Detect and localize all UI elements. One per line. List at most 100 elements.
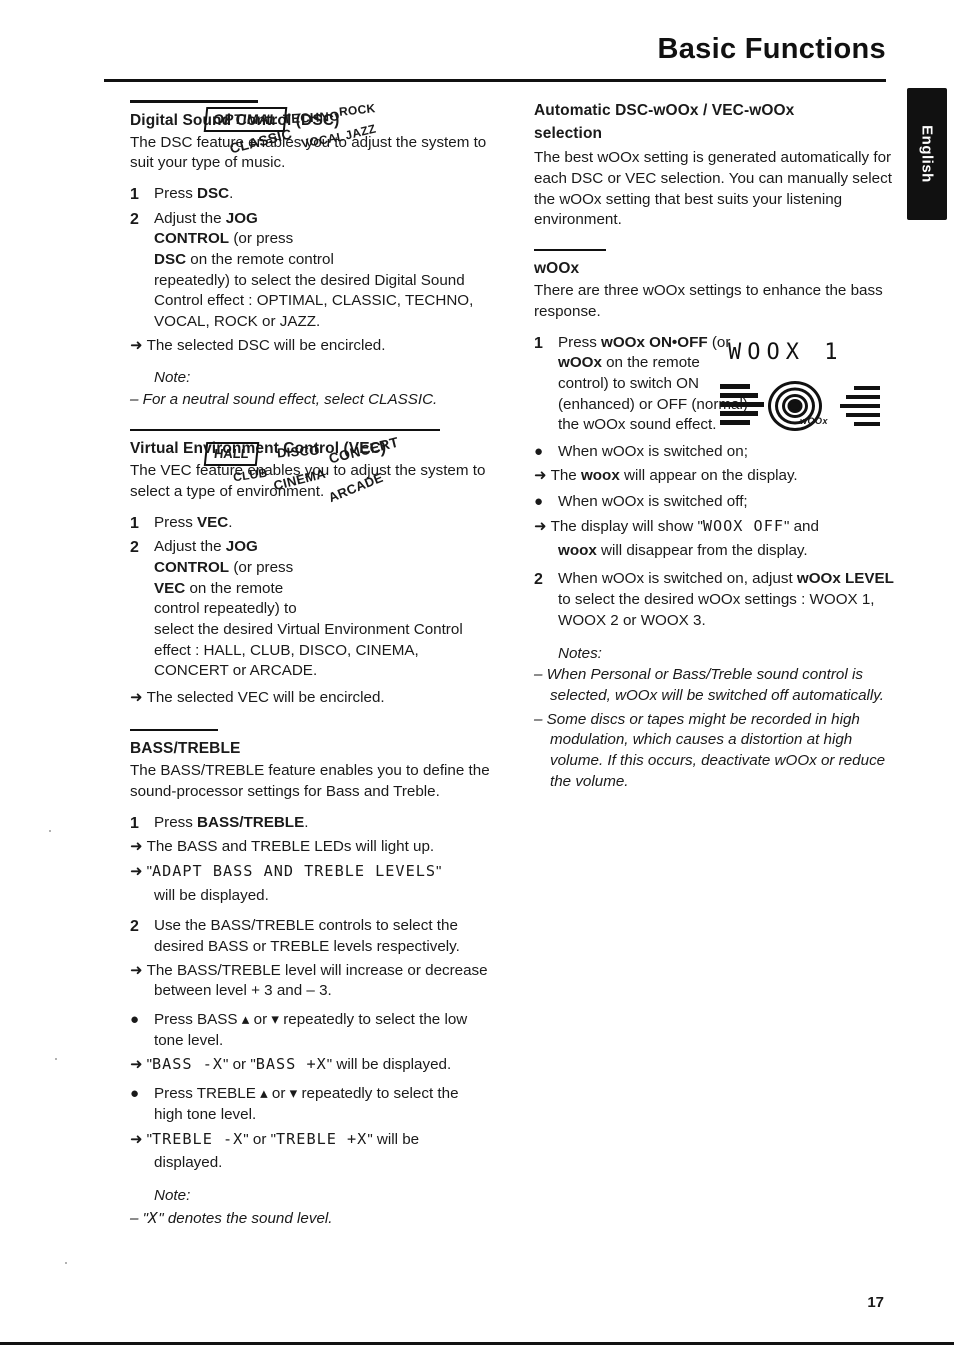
- footer-divider: [0, 1342, 954, 1345]
- woox-bullet2-result: ➜ The display will show "WOOX OFF" and: [534, 517, 819, 536]
- page-number: 17: [867, 1294, 884, 1311]
- arrow-icon: ➜: [534, 518, 547, 536]
- woox-level-bars: [720, 384, 766, 428]
- bt-bullet2-result: ➜ "TREBLE -X" or "TREBLE +X" will be: [130, 1129, 420, 1148]
- woox-note-1: – When Personal or Bass/Treble sound con…: [534, 666, 884, 704]
- manual-page: Basic Functions English Digital Sound Co…: [0, 0, 954, 1353]
- dsc-step2-line-5: Control effect : OPTIMAL, CLASSIC, TECHN…: [154, 292, 474, 310]
- woox-display-panel: wOOx: [720, 380, 880, 432]
- bt-bullet-2: ● Press TREBLE ▴ or ▾ repeatedly to sele…: [130, 1084, 490, 1125]
- bt-lcd-bass-plus: BASS +X: [255, 1055, 327, 1074]
- bt-note-heading: Note:: [154, 1186, 191, 1204]
- dsc-effects-artwork: OPTIMAL TECHNO ROCK VOCAL JAZZ CLASSIC: [203, 101, 377, 165]
- woox-note-2: – Some discs or tapes might be recorded …: [534, 710, 886, 790]
- step-number: 1: [130, 185, 139, 203]
- dsc-step2-line-1: Adjust the JOG: [154, 209, 258, 227]
- bt-lcd-treble-minus: TREBLE -X: [151, 1129, 244, 1148]
- vec-artwork-hall: HALL: [203, 442, 259, 466]
- section-woox: wOOx There are three wOOx settings to en…: [534, 248, 894, 792]
- bullet-text: When wOOx is switched on;: [558, 443, 748, 461]
- dsc-artwork-vocal: VOCAL: [300, 129, 346, 151]
- arrow-icon: ➜: [130, 863, 143, 881]
- auto-dsc-heading-line1: Automatic DSC-wOOx / VEC-wOOx: [534, 102, 795, 119]
- dsc-button-name: DSC: [197, 184, 230, 202]
- bullet-text: Press BASS ▴ or ▾ repeatedly to select t…: [154, 1011, 468, 1049]
- right-column: Automatic DSC-wOOx / VEC-wOOx selection …: [534, 100, 894, 810]
- dsc-step2-line-6: VOCAL, ROCK or JAZZ.: [154, 313, 321, 331]
- arrow-icon: ➜: [130, 1056, 143, 1074]
- vec-step2-line-7: CONCERT or ARCADE.: [154, 662, 318, 680]
- bt-result-text: The BASS and TREBLE LEDs will light up.: [146, 838, 435, 856]
- vec-artwork-cinema: CINEMA: [271, 465, 328, 494]
- dsc-artwork-techno: TECHNO: [282, 108, 341, 127]
- woox-display-text: WOOX 1: [728, 340, 844, 365]
- scan-speck: [55, 1058, 57, 1060]
- vec-result: ➜ The selected VEC will be encircled.: [130, 688, 490, 709]
- dsc-step2-line-2: CONTROL (or press: [154, 230, 294, 248]
- step-number: 1: [130, 514, 139, 532]
- bt-lcd-adapt: ADAPT BASS AND TREBLE LEVELS: [151, 862, 437, 881]
- bullet-icon: ●: [534, 493, 544, 511]
- bt-step1-result-2: ➜ "ADAPT BASS AND TREBLE LEVELS": [130, 862, 442, 881]
- bullet-text: When wOOx is switched off;: [558, 493, 748, 511]
- bt-step2-result: ➜ The BASS/TREBLE level will increase or …: [130, 961, 490, 1002]
- bass-treble-heading: BASS/TREBLE: [130, 740, 241, 758]
- bt-lcd-bass-minus: BASS -X: [151, 1055, 223, 1074]
- vec-step2-line-3: VEC on the remote: [154, 579, 284, 597]
- step-text: Press VEC.: [154, 513, 233, 531]
- vec-effects-artwork: HALL DISCO CONCERT CLUB CINEMA ARCADE: [203, 434, 400, 512]
- section-rule: [534, 248, 606, 252]
- dsc-step2-line-3: DSC on the remote control: [154, 251, 334, 269]
- step-text: Use the BASS/TREBLE controls to select t…: [154, 917, 460, 956]
- vec-step-1: 1 Press VEC.: [130, 513, 490, 535]
- bt-step-2: 2 Use the BASS/TREBLE controls to select…: [130, 916, 490, 957]
- step-text: Press BASS/TREBLE.: [154, 813, 309, 831]
- bt-step1-result-2-cont: will be displayed.: [154, 886, 269, 904]
- dsc-step-1: 1 Press DSC.: [130, 184, 490, 206]
- dsc-result: ➜ The selected DSC will be encircled.: [130, 336, 490, 357]
- step-text: When wOOx is switched on, adjust wOOx LE…: [558, 570, 894, 629]
- scan-speck: [49, 830, 51, 832]
- bt-bullet1-result: ➜ "BASS -X" or "BASS +X" will be displaye…: [130, 1055, 452, 1074]
- woox-right-bars: [832, 386, 880, 426]
- vec-artwork-club: CLUB: [232, 465, 269, 485]
- woox-bullet-2: ● When wOOx is switched off;: [534, 492, 894, 513]
- bt-lcd-treble-plus: TREBLE +X: [276, 1129, 368, 1148]
- woox-bullet2-result-cont: woox will disappear from the display.: [558, 541, 808, 559]
- vec-step2-line-1: Adjust the JOG: [154, 538, 258, 556]
- woox-step-2: 2 When wOOx is switched on, adjust wOOx …: [534, 569, 894, 631]
- bullet-text: Press TREBLE ▴ or ▾ repeatedly to select…: [154, 1085, 459, 1123]
- arrow-icon: ➜: [534, 466, 547, 484]
- vec-step2-line-2: CONTROL (or press: [154, 559, 294, 577]
- arrow-icon: ➜: [130, 1130, 143, 1148]
- section-automatic-dsc-woox: Automatic DSC-wOOx / VEC-wOOx selection …: [534, 100, 894, 231]
- bt-bullet1-tail: will be displayed.: [336, 1056, 452, 1074]
- auto-dsc-heading-line2: selection: [534, 125, 603, 143]
- woox-notes-heading: Notes:: [558, 644, 602, 662]
- section-rule: [130, 728, 218, 732]
- arrow-icon: ➜: [130, 689, 143, 707]
- arrow-icon: ➜: [130, 961, 143, 979]
- dsc-note-text: – For a neutral sound effect, select CLA…: [130, 391, 438, 409]
- step-number: 1: [130, 814, 139, 832]
- bass-treble-intro: The BASS/TREBLE feature enables you to d…: [130, 762, 490, 801]
- woox-bullet-1: ● When wOOx is switched on;: [534, 442, 894, 463]
- step-number: 2: [130, 210, 139, 228]
- vec-step2-line-5: select the desired Virtual Environment C…: [154, 621, 463, 639]
- step-number: 2: [130, 918, 139, 936]
- vec-step2-line-4: control repeatedly) to: [154, 600, 297, 618]
- bt-note-text: – "X" denotes the sound level.: [130, 1208, 333, 1227]
- woox-display-artwork: WOOX 1 wOOx: [720, 340, 890, 440]
- woox-lcd-off: WOOX OFF: [702, 517, 784, 536]
- vec-artwork-arcade: ARCADE: [326, 469, 386, 506]
- vec-result-text: The selected VEC will be encircled.: [146, 689, 385, 707]
- bt-bullet2-result-cont: displayed.: [154, 1154, 223, 1172]
- header-divider: [104, 79, 886, 82]
- left-column: Digital Sound Control (DSC) The DSC feat…: [130, 100, 490, 1247]
- step-text: Press DSC.: [154, 184, 234, 202]
- step-text: Adjust the JOG CONTROL (or press DSC on …: [154, 209, 490, 333]
- section-bass-treble: BASS/TREBLE The BASS/TREBLE feature enab…: [130, 728, 490, 1229]
- woox-intro: There are three wOOx settings to enhance…: [534, 282, 883, 321]
- page-title: Basic Functions: [657, 33, 886, 65]
- step-number: 2: [130, 539, 139, 557]
